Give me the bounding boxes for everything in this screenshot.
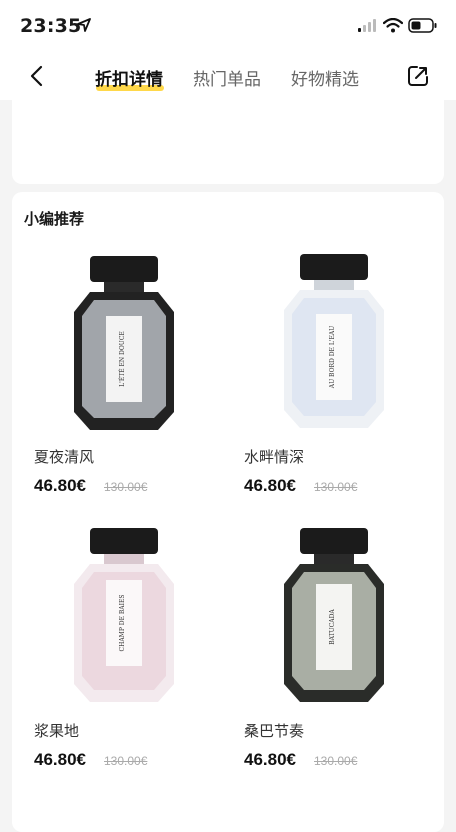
back-arrow-icon[interactable] — [26, 64, 50, 88]
status-time: 23:35 — [20, 15, 82, 37]
product-original-price: 130.00€ — [104, 480, 148, 494]
cellular-signal-icon — [358, 19, 376, 32]
location-arrow-icon — [77, 18, 91, 32]
tab-discount-details[interactable]: 折扣详情 — [95, 65, 163, 90]
product-price: 46.80€ — [34, 476, 86, 495]
product-image[interactable]: CHAMP DE BAIES — [24, 520, 224, 710]
battery-icon — [408, 18, 437, 33]
product-original-price: 130.00€ — [314, 754, 358, 768]
section-title: 小编推荐 — [24, 210, 85, 228]
product-name: 夏夜清风 — [34, 448, 95, 466]
top-navigation-bar: 折扣详情 热门单品 好物精选 — [0, 52, 456, 100]
bottle-label: AU BORD DE L'EAU — [329, 326, 336, 389]
bottle-label: CHAMP DE BAIES — [119, 595, 126, 652]
product-price: 46.80€ — [34, 750, 86, 769]
product-name: 桑巴节奏 — [244, 722, 305, 740]
tab-curated-picks[interactable]: 好物精选 — [291, 65, 359, 90]
product-image[interactable]: BATUCADA — [234, 520, 434, 710]
share-icon[interactable] — [406, 64, 430, 88]
product-image[interactable]: L'ÉTÉ EN DOUCE — [24, 246, 224, 436]
bottle-label: L'ÉTÉ EN DOUCE — [118, 331, 126, 387]
product-price: 46.80€ — [244, 750, 296, 769]
product-name: 水畔情深 — [244, 448, 305, 466]
tab-hot-items[interactable]: 热门单品 — [193, 65, 261, 90]
bottle-label: BATUCADA — [329, 609, 336, 645]
product-name: 浆果地 — [34, 722, 80, 740]
info-card — [12, 96, 444, 184]
product-original-price: 130.00€ — [104, 754, 148, 768]
product-image[interactable]: AU BORD DE L'EAU — [234, 246, 434, 436]
status-bar: 23:35 — [0, 0, 456, 52]
product-price: 46.80€ — [244, 476, 296, 495]
product-original-price: 130.00€ — [314, 480, 358, 494]
wifi-icon — [383, 18, 403, 33]
